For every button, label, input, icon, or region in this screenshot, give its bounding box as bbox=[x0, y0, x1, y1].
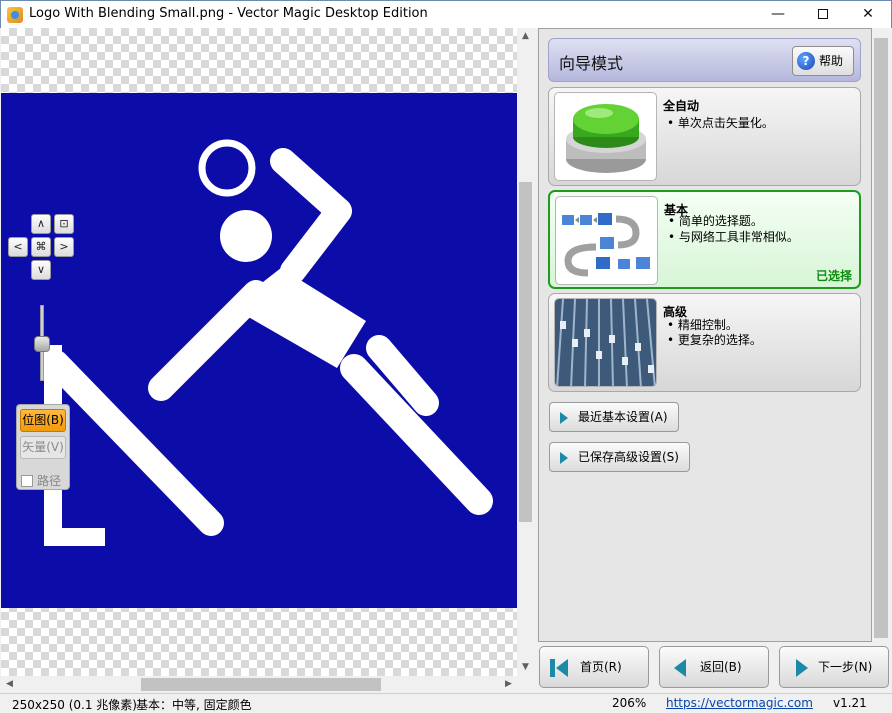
option-bullet: • 更复杂的选择。 bbox=[667, 333, 762, 347]
bullet-text: 与网络工具非常相似。 bbox=[678, 230, 799, 244]
checkbox-box[interactable] bbox=[21, 475, 33, 487]
next-arrow-icon bbox=[796, 659, 808, 677]
wizard-title: 向导模式 bbox=[559, 54, 624, 73]
wizard-scrollbar[interactable] bbox=[872, 28, 890, 642]
play-arrow-icon bbox=[560, 412, 568, 424]
minimize-button[interactable]: — bbox=[755, 1, 801, 29]
next-label: 下一步(N) bbox=[818, 660, 873, 674]
help-icon: ? bbox=[797, 52, 815, 70]
status-bar: 250x250 (0.1 兆像素) 基本：中等, 固定颜色 206% https… bbox=[0, 693, 892, 713]
zoom-level: 206% bbox=[612, 696, 647, 710]
home-button[interactable]: 首页(R) bbox=[539, 646, 649, 688]
back-label: 返回(B) bbox=[700, 660, 742, 674]
scroll-down-arrow-icon[interactable]: ▼ bbox=[517, 659, 534, 676]
option-bullet: • 简单的选择题。 bbox=[668, 214, 763, 228]
vector-view-button[interactable]: 矢量(V) bbox=[20, 436, 66, 459]
pan-down-button[interactable]: ∨ bbox=[31, 260, 51, 280]
image-info: 250x250 (0.1 兆像素) bbox=[12, 698, 137, 712]
pan-left-button[interactable]: < bbox=[8, 237, 28, 257]
version-label: v1.21 bbox=[833, 696, 867, 710]
pan-up-button[interactable]: ∧ bbox=[31, 214, 51, 234]
scroll-thumb[interactable] bbox=[141, 678, 381, 691]
next-button[interactable]: 下一步(N) bbox=[779, 646, 889, 688]
option-title: 全自动 bbox=[663, 99, 700, 113]
flow-diagram-image bbox=[555, 196, 658, 285]
scroll-right-arrow-icon[interactable]: ▶ bbox=[500, 676, 517, 693]
scroll-thumb[interactable] bbox=[874, 38, 888, 638]
scroll-up-arrow-icon[interactable]: ▲ bbox=[517, 28, 534, 45]
scroll-thumb[interactable] bbox=[519, 182, 532, 522]
saved-settings-button[interactable]: 已保存高级设置(S) bbox=[549, 442, 690, 472]
zoom-slider-handle[interactable] bbox=[34, 336, 50, 352]
maximize-button[interactable] bbox=[800, 1, 846, 29]
mixing-console-image bbox=[554, 298, 657, 387]
window-title: Logo With Blending Small.png - Vector Ma… bbox=[29, 6, 428, 21]
bullet-text: 简单的选择题。 bbox=[678, 214, 763, 228]
scrollbar-corner bbox=[517, 676, 534, 693]
help-label: 帮助 bbox=[819, 54, 844, 68]
option-basic[interactable]: 基本 • 简单的选择题。 • 与网络工具非常相似。 已选择 bbox=[548, 190, 861, 289]
green-button-image bbox=[554, 92, 657, 181]
home-label: 首页(R) bbox=[580, 660, 622, 674]
bullet-text: 更复杂的选择。 bbox=[677, 333, 762, 347]
recent-settings-button[interactable]: 最近基本设置(A) bbox=[549, 402, 679, 432]
view-mode-panel: 位图(B) 矢量(V) 路径 bbox=[16, 404, 70, 490]
mode-info: 基本：中等, 固定颜色 bbox=[136, 698, 252, 712]
wizard-header: 向导模式 ? 帮助 bbox=[548, 38, 861, 82]
website-link[interactable]: https://vectormagic.com bbox=[666, 696, 813, 710]
canvas-vertical-scrollbar[interactable]: ▲ ▼ bbox=[517, 28, 534, 676]
first-page-icon bbox=[550, 659, 568, 677]
option-bullet: • 与网络工具非常相似。 bbox=[668, 230, 799, 244]
scroll-left-arrow-icon[interactable]: ◀ bbox=[1, 676, 18, 693]
option-advanced[interactable]: 高级 • 精细控制。 • 更复杂的选择。 bbox=[548, 293, 861, 392]
option-bullet: • 单次点击矢量化。 bbox=[667, 116, 774, 130]
selected-badge: 已选择 bbox=[815, 269, 852, 283]
saved-settings-label: 已保存高级设置(S) bbox=[578, 450, 679, 464]
bitmap-view-button[interactable]: 位图(B) bbox=[20, 409, 66, 432]
maximize-icon bbox=[818, 9, 828, 19]
head bbox=[220, 210, 272, 262]
pan-right-button[interactable]: > bbox=[54, 237, 74, 257]
center-view-icon[interactable]: ⌘ bbox=[31, 237, 51, 257]
bullet-text: 单次点击矢量化。 bbox=[677, 116, 774, 130]
back-arrow-icon bbox=[674, 659, 686, 677]
help-button[interactable]: ? 帮助 bbox=[792, 46, 854, 76]
fit-view-icon[interactable]: ⊡ bbox=[54, 214, 74, 234]
source-image bbox=[1, 93, 517, 608]
recent-settings-label: 最近基本设置(A) bbox=[578, 410, 668, 424]
close-button[interactable]: ✕ bbox=[845, 1, 891, 29]
path-label: 路径 bbox=[37, 474, 62, 488]
app-icon bbox=[7, 7, 23, 23]
canvas-horizontal-scrollbar[interactable]: ◀ ▶ bbox=[1, 676, 517, 693]
bullet-text: 精细控制。 bbox=[677, 318, 738, 332]
image-canvas[interactable]: ∧ ⊡ < ⌘ > ∨ 位图(B) 矢量(V) 路径 bbox=[1, 28, 517, 676]
play-arrow-icon bbox=[560, 452, 568, 464]
title-bar: Logo With Blending Small.png - Vector Ma… bbox=[0, 0, 892, 28]
back-button[interactable]: 返回(B) bbox=[659, 646, 769, 688]
path-checkbox[interactable]: 路径 bbox=[21, 472, 61, 489]
option-full-auto[interactable]: 全自动 • 单次点击矢量化。 bbox=[548, 87, 861, 186]
